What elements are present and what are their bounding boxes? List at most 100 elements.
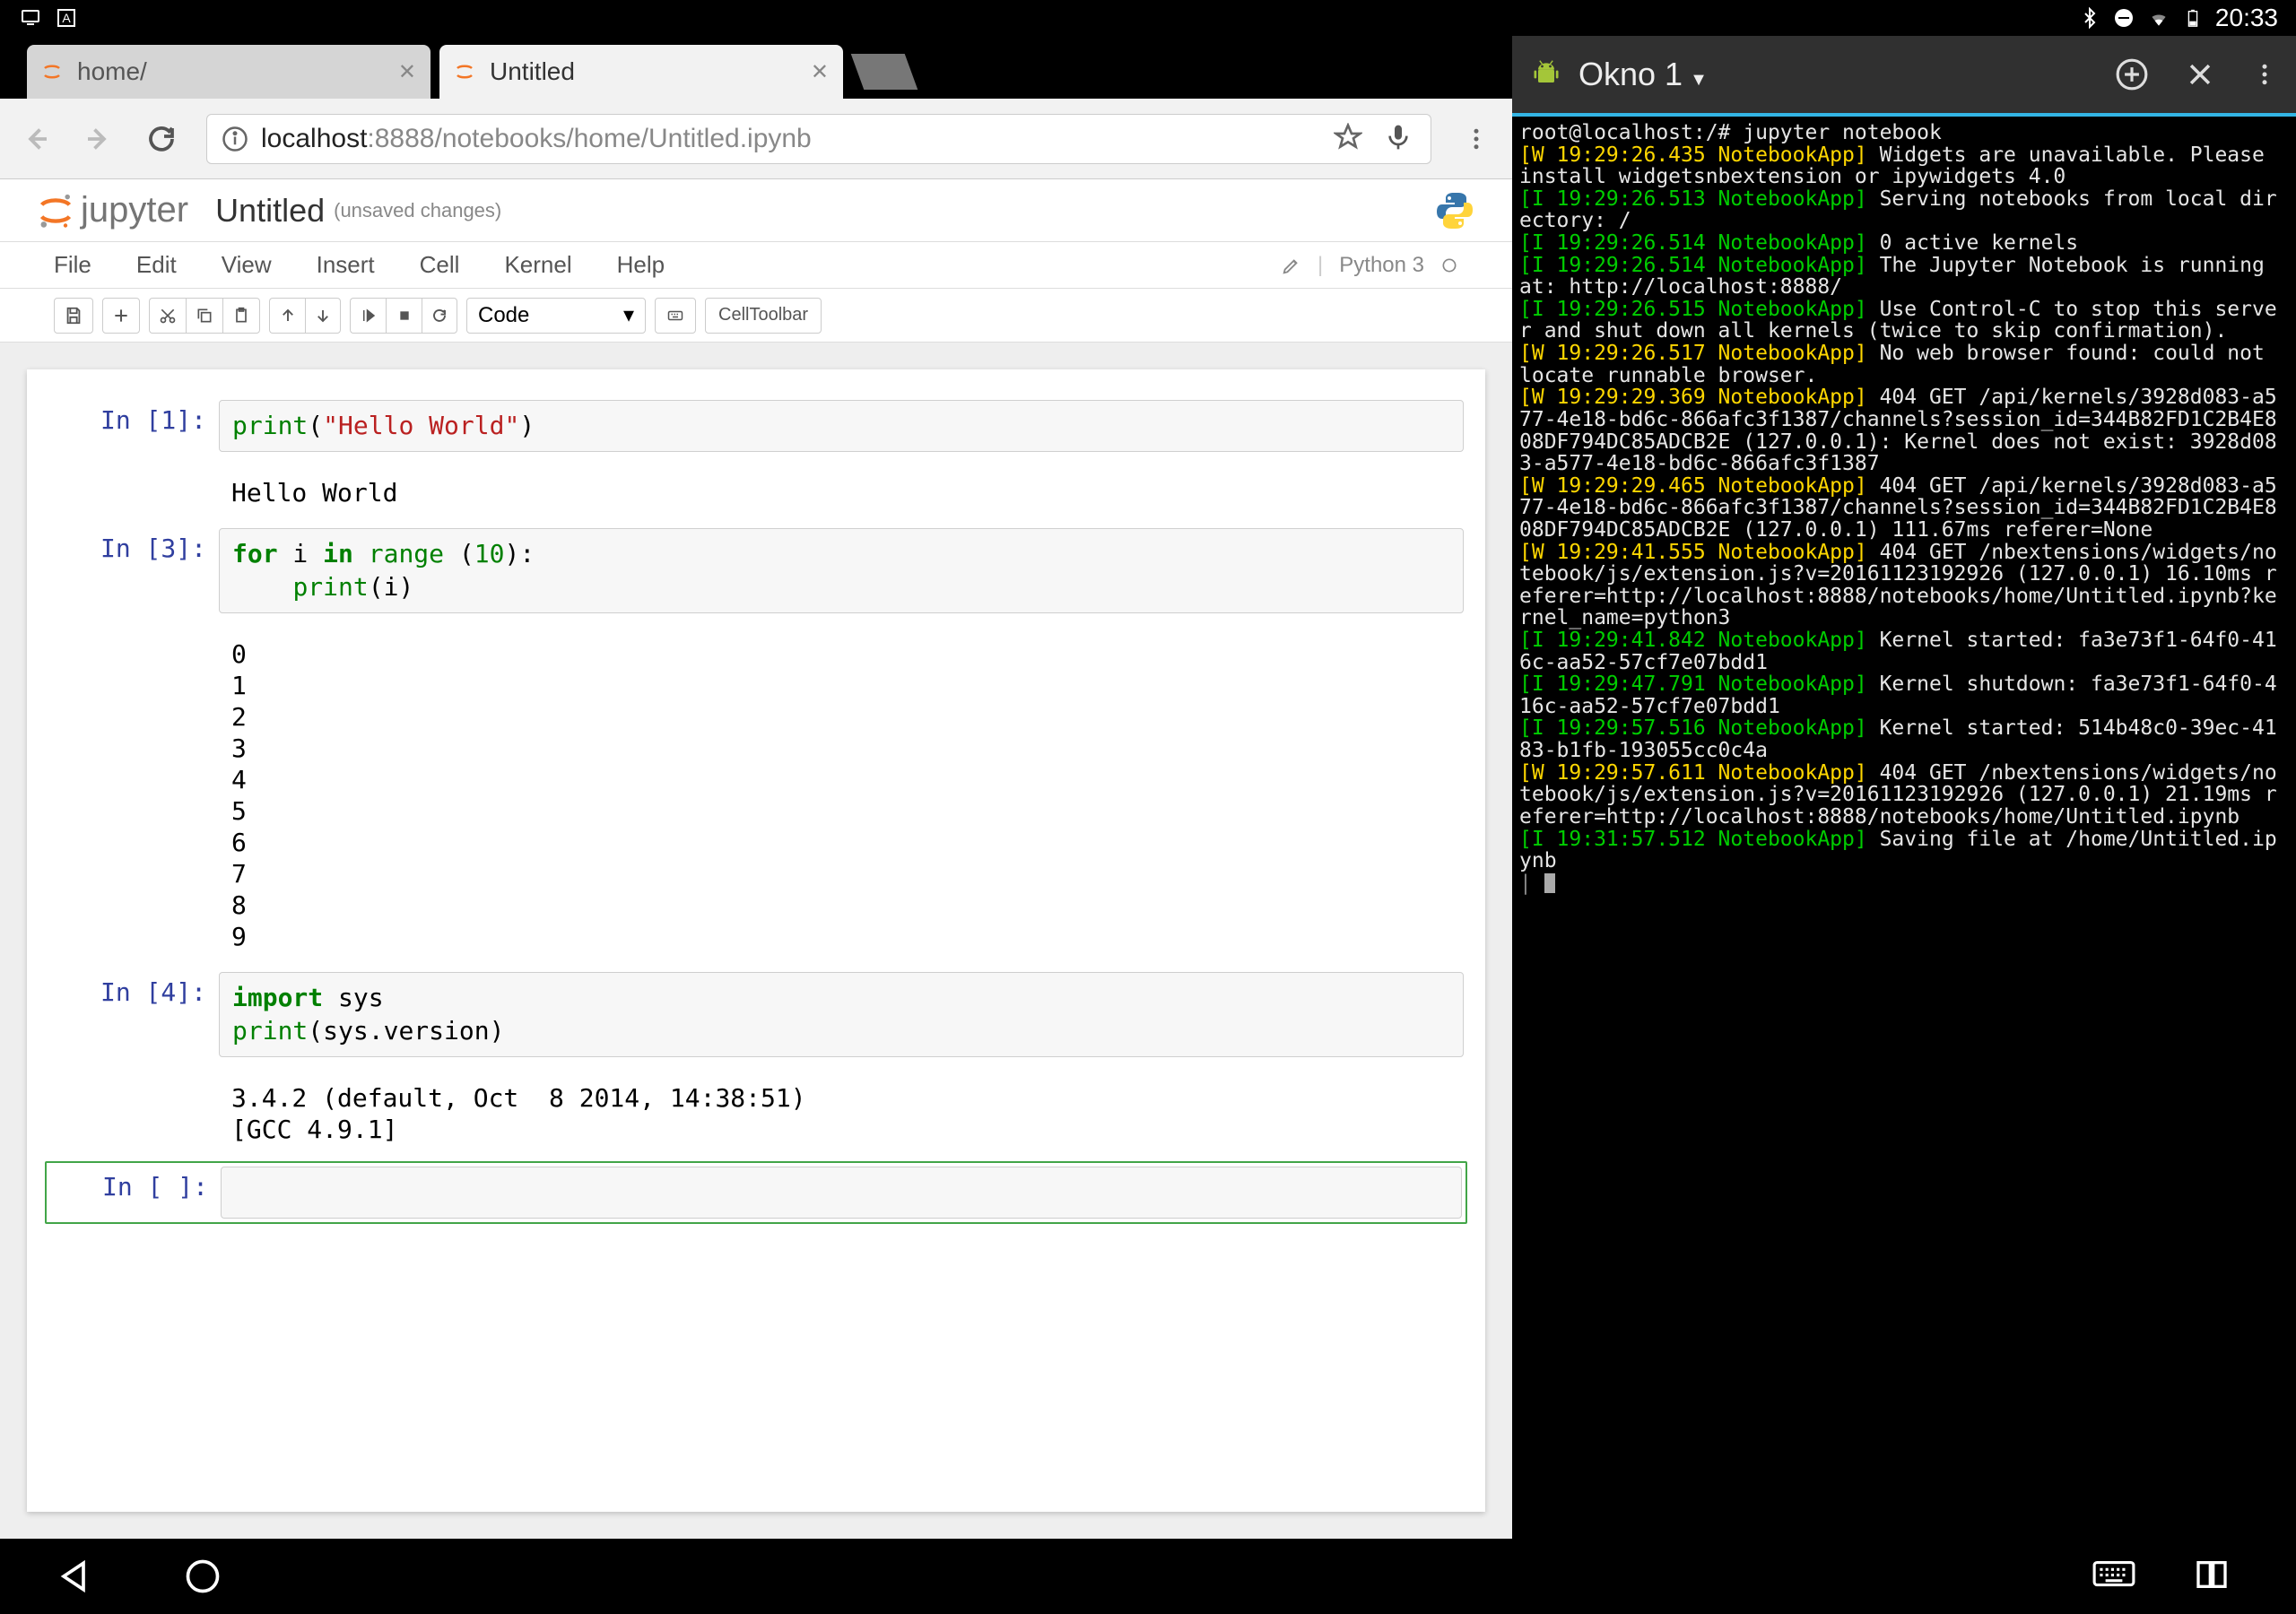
browser-tab-strip: home/ ✕ Untitled ✕ xyxy=(0,36,1512,99)
jupyter-page: jupyter Untitled (unsaved changes) File … xyxy=(0,179,1512,1539)
split-screen-area: home/ ✕ Untitled ✕ xyxy=(0,36,2296,1539)
terminal-window-title[interactable]: Okno 1 ▼ xyxy=(1578,56,1708,93)
move-group xyxy=(269,298,341,334)
cell-type-select[interactable]: Code ▾ xyxy=(466,298,646,334)
jupyter-favicon xyxy=(41,61,63,82)
edit-icon[interactable] xyxy=(1282,256,1301,275)
tab-title: home/ xyxy=(77,57,147,86)
forward-button[interactable] xyxy=(81,121,117,157)
terminal-app: Okno 1 ▼ root@localhost:/# jupyter noteb… xyxy=(1512,36,2296,1539)
code-cell[interactable]: In [4]:import sys print(sys.version) xyxy=(45,968,1467,1061)
add-cell-button[interactable] xyxy=(102,298,140,334)
notebook: In [1]:print("Hello World")Hello WorldIn… xyxy=(27,369,1485,1512)
cell-output: 0 1 2 3 4 5 6 7 8 9 xyxy=(219,629,1464,956)
move-down-button[interactable] xyxy=(305,298,341,334)
battery-icon xyxy=(2183,6,2203,30)
move-up-button[interactable] xyxy=(269,298,305,334)
cut-button[interactable] xyxy=(149,298,186,334)
browser-tab-home[interactable]: home/ ✕ xyxy=(27,45,430,99)
add-tab-button[interactable] xyxy=(2115,57,2149,91)
chrome-browser: home/ ✕ Untitled ✕ xyxy=(0,36,1512,1539)
menu-insert[interactable]: Insert xyxy=(317,251,375,279)
run-group xyxy=(350,298,457,334)
run-button[interactable] xyxy=(350,298,386,334)
code-input[interactable]: print("Hello World") xyxy=(219,400,1464,452)
cell-output: Hello World xyxy=(219,468,1464,512)
reload-button[interactable] xyxy=(144,121,179,157)
jupyter-logo[interactable]: jupyter xyxy=(36,190,188,230)
unsaved-indicator: (unsaved changes) xyxy=(334,199,501,222)
copy-button[interactable] xyxy=(186,298,222,334)
cell-prompt: In [4]: xyxy=(48,972,219,1007)
code-input[interactable]: for i in range (10): print(i) xyxy=(219,528,1464,613)
browser-tab-untitled[interactable]: Untitled ✕ xyxy=(439,45,843,99)
browser-menu-button[interactable] xyxy=(1458,121,1494,157)
output-cell: Hello World xyxy=(45,464,1467,516)
save-button[interactable] xyxy=(54,298,93,334)
code-input[interactable] xyxy=(221,1167,1462,1219)
mic-icon[interactable] xyxy=(1384,123,1416,155)
jupyter-header: jupyter Untitled (unsaved changes) xyxy=(0,179,1512,242)
kernel-name[interactable]: Python 3 xyxy=(1339,253,1424,278)
bluetooth-icon xyxy=(2079,7,2100,29)
info-icon[interactable] xyxy=(222,126,248,152)
dropdown-arrow-icon: ▼ xyxy=(1690,70,1708,91)
browser-url-bar: localhost:8888/notebooks/home/Untitled.i… xyxy=(0,99,1512,179)
a-box-icon: A xyxy=(54,5,79,30)
android-status-bar: A 20:33 xyxy=(0,0,2296,36)
tab-close-icon[interactable]: ✕ xyxy=(398,59,416,85)
command-palette-button[interactable] xyxy=(655,298,696,334)
cell-toolbar-button[interactable]: CellToolbar xyxy=(705,298,822,334)
status-time: 20:33 xyxy=(2215,4,2278,32)
restart-button[interactable] xyxy=(422,298,457,334)
cell-prompt: In [1]: xyxy=(48,400,219,435)
jupyter-menubar: File Edit View Insert Cell Kernel Help |… xyxy=(0,242,1512,289)
star-icon[interactable] xyxy=(1334,123,1366,155)
jupyter-toolbar: Code ▾ CellToolbar xyxy=(0,289,1512,343)
split-screen-button[interactable] xyxy=(2194,1557,2233,1596)
output-cell: 0 1 2 3 4 5 6 7 8 9 xyxy=(45,626,1467,959)
notebook-title[interactable]: Untitled xyxy=(215,192,325,230)
back-button[interactable] xyxy=(18,121,54,157)
menu-view[interactable]: View xyxy=(222,251,272,279)
tab-title: Untitled xyxy=(490,57,575,86)
output-cell: 3.4.2 (default, Oct 8 2014, 14:38:51) [G… xyxy=(45,1070,1467,1152)
menu-file[interactable]: File xyxy=(54,251,91,279)
svg-text:A: A xyxy=(62,11,71,25)
menu-edit[interactable]: Edit xyxy=(136,251,177,279)
android-logo-icon xyxy=(1530,58,1562,91)
code-cell[interactable]: In [1]:print("Hello World") xyxy=(45,396,1467,456)
code-cell[interactable]: In [ ]: xyxy=(45,1161,1467,1224)
terminal-title-bar: Okno 1 ▼ xyxy=(1512,36,2296,117)
menu-kernel[interactable]: Kernel xyxy=(504,251,571,279)
menu-help[interactable]: Help xyxy=(617,251,665,279)
notebook-container[interactable]: In [1]:print("Hello World")Hello WorldIn… xyxy=(0,343,1512,1539)
cell-output: 3.4.2 (default, Oct 8 2014, 14:38:51) [G… xyxy=(219,1073,1464,1149)
stop-button[interactable] xyxy=(386,298,422,334)
terminal-menu-button[interactable] xyxy=(2251,61,2278,88)
back-nav-button[interactable] xyxy=(54,1557,93,1596)
jupyter-favicon xyxy=(454,61,475,82)
url-host: localhost xyxy=(261,124,367,154)
kernel-status-icon xyxy=(1440,256,1458,274)
menu-cell[interactable]: Cell xyxy=(420,251,460,279)
cell-prompt: In [3]: xyxy=(48,528,219,563)
do-not-disturb-icon xyxy=(2113,7,2135,29)
paste-button[interactable] xyxy=(222,298,260,334)
code-cell[interactable]: In [3]:for i in range (10): print(i) xyxy=(45,525,1467,617)
monitor-icon xyxy=(18,5,43,30)
keyboard-icon[interactable] xyxy=(2092,1557,2131,1596)
python-logo-icon xyxy=(1433,189,1476,232)
url-input[interactable]: localhost:8888/notebooks/home/Untitled.i… xyxy=(206,114,1431,164)
wifi-icon xyxy=(2147,6,2170,30)
terminal-output[interactable]: root@localhost:/# jupyter notebook[W 19:… xyxy=(1512,117,2296,1539)
code-input[interactable]: import sys print(sys.version) xyxy=(219,972,1464,1057)
android-nav-bar xyxy=(0,1539,2296,1614)
close-button[interactable] xyxy=(2185,59,2215,90)
home-nav-button[interactable] xyxy=(183,1557,222,1596)
tab-close-icon[interactable]: ✕ xyxy=(811,59,829,85)
cell-prompt: In [ ]: xyxy=(50,1167,221,1202)
url-path: :8888/notebooks/home/Untitled.ipynb xyxy=(367,124,811,154)
chevron-down-icon: ▾ xyxy=(623,302,634,328)
new-tab-button[interactable] xyxy=(851,54,918,90)
